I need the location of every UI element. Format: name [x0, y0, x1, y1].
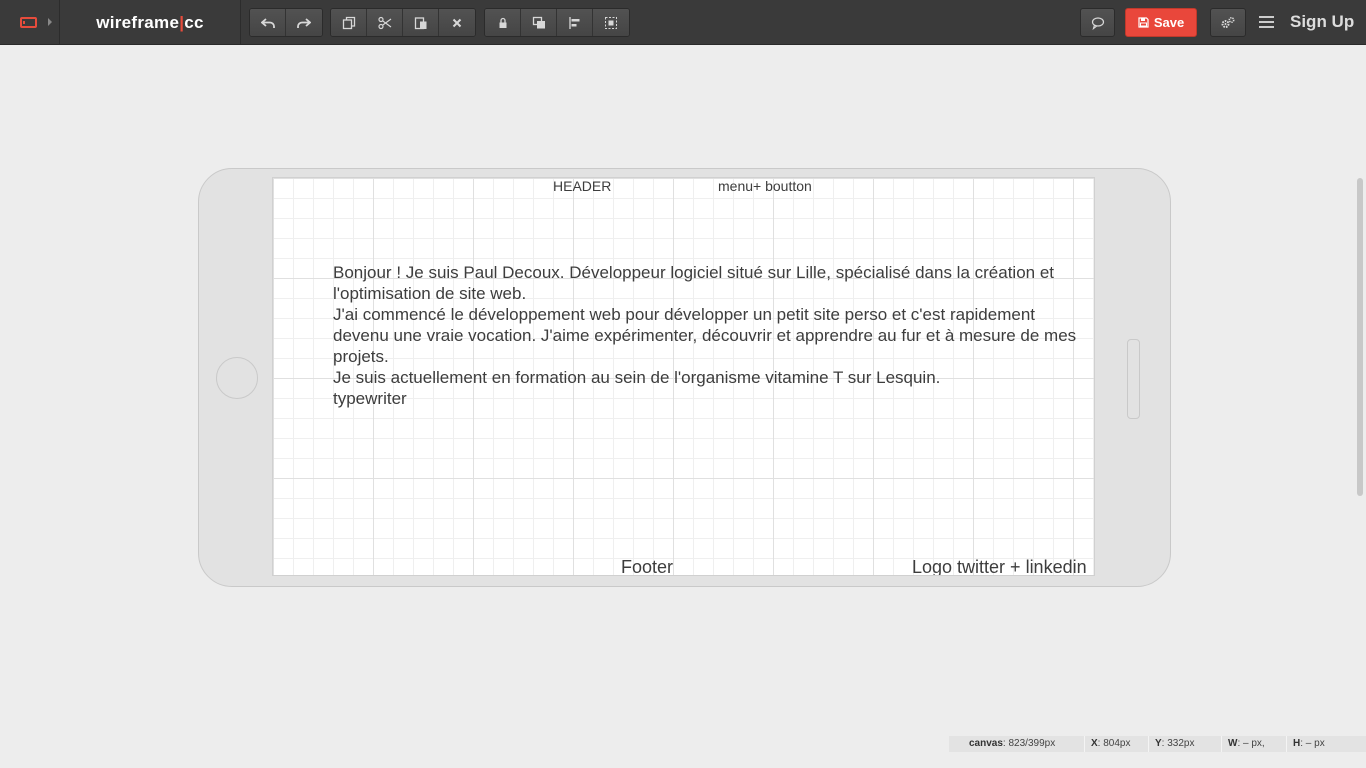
delete-button[interactable] [439, 9, 475, 36]
gears-icon [1221, 16, 1235, 28]
duplicate-button[interactable] [331, 9, 367, 36]
redo-button[interactable] [286, 9, 322, 36]
wf-social-text[interactable]: Logo twitter + linkedin [912, 557, 1087, 575]
settings-button[interactable] [1210, 8, 1246, 37]
wf-body-line: Bonjour ! Je suis Paul Decoux. Développe… [333, 263, 1054, 303]
status-y-coordinate: Y: 332px [1149, 736, 1222, 752]
status-bar: canvas: 823/399px X: 804px Y: 332px W: –… [949, 736, 1366, 752]
top-toolbar: wireframe|cc Save Sign Up [0, 0, 1366, 45]
vertical-scrollbar[interactable] [1357, 178, 1363, 496]
cut-icon [377, 16, 391, 29]
caret-right-icon [48, 18, 52, 26]
comment-button[interactable] [1080, 8, 1115, 37]
cut-button[interactable] [367, 9, 403, 36]
group-icon [605, 16, 617, 29]
duplicate-icon [342, 16, 355, 29]
device-icon [20, 17, 37, 28]
align-button[interactable] [557, 9, 593, 36]
edit-group [330, 8, 476, 37]
wf-header-text[interactable]: HEADER [553, 178, 611, 194]
undo-button[interactable] [250, 9, 286, 36]
phone-side-slot [1127, 339, 1140, 419]
wf-body-line: Je suis actuellement en formation au sei… [333, 368, 941, 387]
lock-icon [499, 17, 506, 28]
sign-up-link[interactable]: Sign Up [1290, 12, 1354, 32]
status-x-coordinate: X: 804px [1085, 736, 1149, 752]
status-canvas-size: canvas: 823/399px [949, 736, 1085, 752]
status-height: H: – px [1293, 738, 1325, 749]
undo-icon [260, 17, 275, 28]
wf-footer-text[interactable]: Footer [621, 557, 673, 575]
wf-body-text[interactable]: Bonjour ! Je suis Paul Decoux. Développe… [333, 262, 1078, 409]
arrange-group [484, 8, 630, 37]
logo-text: wireframe [96, 13, 180, 32]
paste-icon [414, 16, 426, 29]
wf-menu-text[interactable]: menu+ boutton [718, 178, 812, 194]
wf-body-line: typewriter [333, 389, 407, 408]
logo-suffix: cc [184, 13, 204, 32]
align-icon [568, 16, 579, 29]
save-button[interactable]: Save [1125, 8, 1197, 37]
lock-button[interactable] [485, 9, 521, 36]
phone-home-button [216, 357, 258, 399]
save-label: Save [1153, 15, 1185, 30]
wireframe-canvas[interactable]: HEADER menu+ boutton Bonjour ! Je suis P… [272, 177, 1095, 576]
hamburger-menu-icon[interactable] [1259, 16, 1274, 28]
delete-icon [452, 18, 462, 27]
redo-icon [297, 17, 311, 28]
bring-to-front-icon [532, 16, 545, 28]
app-logo[interactable]: wireframe|cc [60, 0, 241, 44]
bring-to-front-button[interactable] [521, 9, 557, 36]
paste-button[interactable] [403, 9, 439, 36]
device-switcher[interactable] [0, 0, 60, 44]
history-group [249, 8, 323, 37]
status-width: W: – px, [1222, 736, 1287, 752]
wf-body-line: J'ai commencé le développement web pour … [333, 305, 1077, 366]
floppy-disk-icon [1138, 17, 1149, 28]
group-button[interactable] [593, 9, 629, 36]
speech-bubble-icon [1091, 16, 1104, 30]
